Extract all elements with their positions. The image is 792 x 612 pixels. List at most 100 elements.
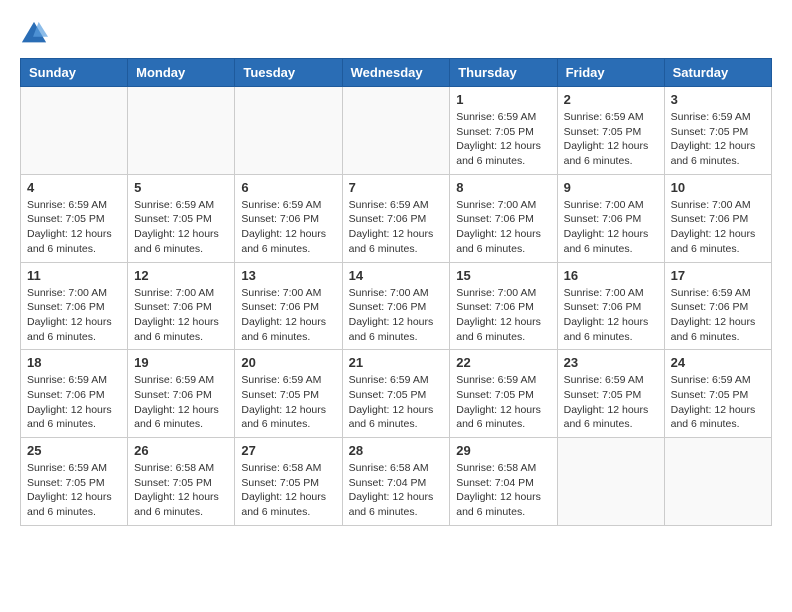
calendar-cell: 11 Sunrise: 7:00 AM Sunset: 7:06 PM Dayli…: [21, 262, 128, 350]
calendar-cell: 2 Sunrise: 6:59 AM Sunset: 7:05 PM Daylig…: [557, 87, 664, 175]
day-info: Sunrise: 6:59 AM Sunset: 7:05 PM Dayligh…: [349, 373, 444, 432]
day-info: Sunrise: 6:59 AM Sunset: 7:05 PM Dayligh…: [134, 198, 228, 257]
calendar-week-row: 1 Sunrise: 6:59 AM Sunset: 7:05 PM Daylig…: [21, 87, 772, 175]
day-number: 5: [134, 180, 228, 195]
day-info: Sunrise: 6:58 AM Sunset: 7:05 PM Dayligh…: [134, 461, 228, 520]
day-info: Sunrise: 6:59 AM Sunset: 7:05 PM Dayligh…: [27, 461, 121, 520]
calendar-cell: 12 Sunrise: 7:00 AM Sunset: 7:06 PM Dayli…: [128, 262, 235, 350]
calendar-cell: 13 Sunrise: 7:00 AM Sunset: 7:06 PM Dayli…: [235, 262, 342, 350]
day-info: Sunrise: 6:58 AM Sunset: 7:04 PM Dayligh…: [349, 461, 444, 520]
day-info: Sunrise: 6:59 AM Sunset: 7:06 PM Dayligh…: [241, 198, 335, 257]
calendar-cell: 16Sunrise: 7:00 AM Sunset: 7:06 PM Dayli…: [557, 262, 664, 350]
day-number: 19: [134, 355, 228, 370]
calendar-cell: 9 Sunrise: 7:00 AM Sunset: 7:06 PM Daylig…: [557, 174, 664, 262]
calendar-cell: 26 Sunrise: 6:58 AM Sunset: 7:05 PM Dayli…: [128, 438, 235, 526]
calendar-cell: 10 Sunrise: 7:00 AM Sunset: 7:06 PM Dayli…: [664, 174, 771, 262]
day-number: 21: [349, 355, 444, 370]
day-number: 29: [456, 443, 550, 458]
calendar-cell: 20 Sunrise: 6:59 AM Sunset: 7:05 PM Dayli…: [235, 350, 342, 438]
day-info: Sunrise: 7:00 AM Sunset: 7:06 PM Dayligh…: [134, 286, 228, 345]
day-info: Sunrise: 6:58 AM Sunset: 7:05 PM Dayligh…: [241, 461, 335, 520]
calendar-cell: 3 Sunrise: 6:59 AM Sunset: 7:05 PM Daylig…: [664, 87, 771, 175]
weekday-header: Saturday: [664, 59, 771, 87]
day-number: 9: [564, 180, 658, 195]
day-info: Sunrise: 6:59 AM Sunset: 7:06 PM Dayligh…: [349, 198, 444, 257]
calendar-cell: 24Sunrise: 6:59 AM Sunset: 7:05 PM Dayli…: [664, 350, 771, 438]
day-info: Sunrise: 6:59 AM Sunset: 7:06 PM Dayligh…: [27, 373, 121, 432]
calendar-cell: 29 Sunrise: 6:58 AM Sunset: 7:04 PM Dayli…: [450, 438, 557, 526]
day-number: 13: [241, 268, 335, 283]
weekday-header: Wednesday: [342, 59, 450, 87]
day-number: 27: [241, 443, 335, 458]
day-info: Sunrise: 6:59 AM Sunset: 7:05 PM Dayligh…: [564, 373, 658, 432]
calendar-cell: 23 Sunrise: 6:59 AM Sunset: 7:05 PM Dayli…: [557, 350, 664, 438]
logo: [20, 20, 52, 48]
weekday-header: Thursday: [450, 59, 557, 87]
day-number: 12: [134, 268, 228, 283]
day-info: Sunrise: 7:00 AM Sunset: 7:06 PM Dayligh…: [456, 286, 550, 345]
day-info: Sunrise: 6:59 AM Sunset: 7:05 PM Dayligh…: [671, 373, 765, 432]
day-number: 2: [564, 92, 658, 107]
day-number: 1: [456, 92, 550, 107]
calendar-cell: 18 Sunrise: 6:59 AM Sunset: 7:06 PM Dayli…: [21, 350, 128, 438]
day-info: Sunrise: 6:58 AM Sunset: 7:04 PM Dayligh…: [456, 461, 550, 520]
day-number: 3: [671, 92, 765, 107]
day-info: Sunrise: 7:00 AM Sunset: 7:06 PM Dayligh…: [564, 286, 658, 345]
day-info: Sunrise: 6:59 AM Sunset: 7:05 PM Dayligh…: [671, 110, 765, 169]
day-number: 17: [671, 268, 765, 283]
day-number: 11: [27, 268, 121, 283]
calendar-week-row: 4 Sunrise: 6:59 AM Sunset: 7:05 PM Daylig…: [21, 174, 772, 262]
calendar-cell: [557, 438, 664, 526]
day-number: 14: [349, 268, 444, 283]
calendar-cell: 1Sunrise: 6:59 AM Sunset: 7:05 PM Daylig…: [450, 87, 557, 175]
calendar-cell: 27 Sunrise: 6:58 AM Sunset: 7:05 PM Dayli…: [235, 438, 342, 526]
day-info: Sunrise: 7:00 AM Sunset: 7:06 PM Dayligh…: [564, 198, 658, 257]
day-info: Sunrise: 6:59 AM Sunset: 7:05 PM Dayligh…: [241, 373, 335, 432]
day-number: 23: [564, 355, 658, 370]
day-number: 7: [349, 180, 444, 195]
day-info: Sunrise: 6:59 AM Sunset: 7:06 PM Dayligh…: [671, 286, 765, 345]
calendar-cell: 21 Sunrise: 6:59 AM Sunset: 7:05 PM Dayli…: [342, 350, 450, 438]
day-info: Sunrise: 7:00 AM Sunset: 7:06 PM Dayligh…: [27, 286, 121, 345]
day-info: Sunrise: 7:00 AM Sunset: 7:06 PM Dayligh…: [671, 198, 765, 257]
day-number: 28: [349, 443, 444, 458]
day-number: 26: [134, 443, 228, 458]
calendar-cell: 5 Sunrise: 6:59 AM Sunset: 7:05 PM Daylig…: [128, 174, 235, 262]
day-info: Sunrise: 7:00 AM Sunset: 7:06 PM Dayligh…: [241, 286, 335, 345]
day-number: 20: [241, 355, 335, 370]
day-number: 25: [27, 443, 121, 458]
calendar-cell: 28 Sunrise: 6:58 AM Sunset: 7:04 PM Dayli…: [342, 438, 450, 526]
day-info: Sunrise: 6:59 AM Sunset: 7:05 PM Dayligh…: [456, 373, 550, 432]
day-info: Sunrise: 6:59 AM Sunset: 7:05 PM Dayligh…: [27, 198, 121, 257]
day-info: Sunrise: 6:59 AM Sunset: 7:06 PM Dayligh…: [134, 373, 228, 432]
calendar-cell: [342, 87, 450, 175]
day-number: 15: [456, 268, 550, 283]
day-info: Sunrise: 7:00 AM Sunset: 7:06 PM Dayligh…: [349, 286, 444, 345]
day-info: Sunrise: 6:59 AM Sunset: 7:05 PM Dayligh…: [564, 110, 658, 169]
calendar-week-row: 11 Sunrise: 7:00 AM Sunset: 7:06 PM Dayli…: [21, 262, 772, 350]
calendar: SundayMondayTuesdayWednesdayThursdayFrid…: [20, 58, 772, 526]
calendar-cell: 19 Sunrise: 6:59 AM Sunset: 7:06 PM Dayli…: [128, 350, 235, 438]
calendar-week-row: 25 Sunrise: 6:59 AM Sunset: 7:05 PM Dayli…: [21, 438, 772, 526]
weekday-header: Sunday: [21, 59, 128, 87]
day-number: 18: [27, 355, 121, 370]
day-number: 22: [456, 355, 550, 370]
calendar-cell: 25 Sunrise: 6:59 AM Sunset: 7:05 PM Dayli…: [21, 438, 128, 526]
calendar-cell: 22 Sunrise: 6:59 AM Sunset: 7:05 PM Dayli…: [450, 350, 557, 438]
calendar-cell: 8Sunrise: 7:00 AM Sunset: 7:06 PM Daylig…: [450, 174, 557, 262]
day-number: 4: [27, 180, 121, 195]
calendar-cell: 15 Sunrise: 7:00 AM Sunset: 7:06 PM Dayli…: [450, 262, 557, 350]
header: [20, 20, 772, 48]
calendar-cell: 6Sunrise: 6:59 AM Sunset: 7:06 PM Daylig…: [235, 174, 342, 262]
logo-icon: [20, 20, 48, 48]
calendar-cell: [664, 438, 771, 526]
calendar-cell: 7 Sunrise: 6:59 AM Sunset: 7:06 PM Daylig…: [342, 174, 450, 262]
weekday-header: Tuesday: [235, 59, 342, 87]
day-number: 10: [671, 180, 765, 195]
weekday-header-row: SundayMondayTuesdayWednesdayThursdayFrid…: [21, 59, 772, 87]
calendar-cell: 4 Sunrise: 6:59 AM Sunset: 7:05 PM Daylig…: [21, 174, 128, 262]
calendar-cell: 14 Sunrise: 7:00 AM Sunset: 7:06 PM Dayli…: [342, 262, 450, 350]
calendar-cell: 17 Sunrise: 6:59 AM Sunset: 7:06 PM Dayli…: [664, 262, 771, 350]
day-number: 8: [456, 180, 550, 195]
calendar-week-row: 18 Sunrise: 6:59 AM Sunset: 7:06 PM Dayli…: [21, 350, 772, 438]
